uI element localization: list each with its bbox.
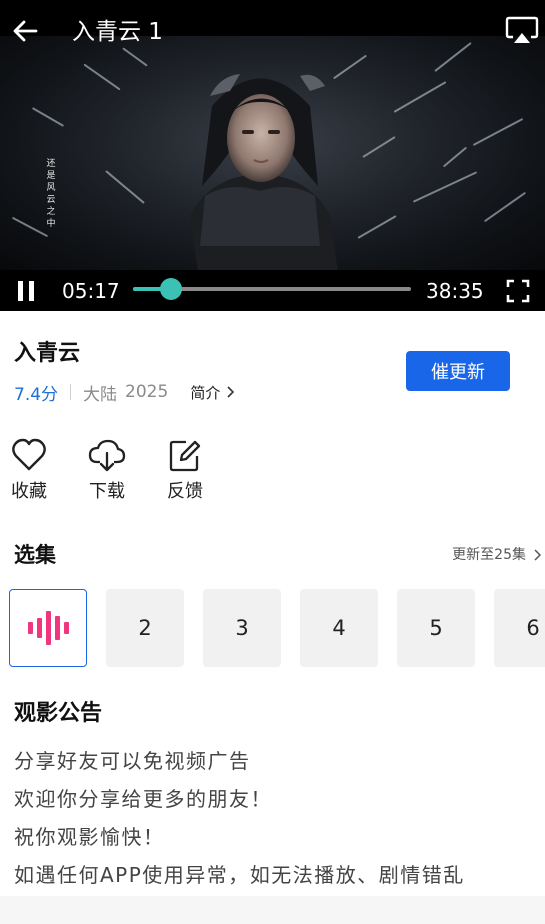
edit-feedback-icon — [155, 438, 215, 476]
pause-button[interactable] — [12, 277, 40, 305]
video-player[interactable]: 还 是 风 云 之 中 入青云 1 05:17 38:35 — [0, 0, 545, 311]
episode-item[interactable]: 4 — [300, 589, 378, 667]
all-episodes-link[interactable]: 更新至25集 — [452, 545, 541, 565]
urge-update-button[interactable]: 催更新 — [406, 351, 510, 391]
back-button[interactable] — [10, 16, 40, 46]
video-streak — [83, 63, 121, 91]
heart-icon — [0, 438, 59, 476]
favorite-label: 收藏 — [11, 481, 47, 502]
video-streak — [122, 47, 148, 67]
notice-title: 观影公告 — [14, 701, 103, 726]
video-streak — [442, 146, 468, 168]
download-button[interactable]: 下载 — [77, 438, 137, 508]
current-time: 05:17 — [62, 279, 120, 303]
fullscreen-button[interactable] — [502, 275, 534, 307]
notice-text: 分享好友可以免视频广告 欢迎你分享给更多的朋友！ 祝你观影愉快！ 如遇任何APP… — [14, 742, 539, 894]
video-subtitle: 还 是 风 云 之 中 — [44, 158, 58, 230]
playing-equalizer-icon — [27, 611, 69, 645]
feedback-label: 反馈 — [167, 481, 203, 502]
rating: 7.4分 — [14, 384, 59, 405]
video-streak — [393, 81, 447, 113]
episode-item[interactable]: 5 — [397, 589, 475, 667]
show-meta: 7.4分 大陆 2025 简介 — [14, 380, 235, 405]
video-streak — [31, 107, 65, 127]
total-time: 38:35 — [426, 279, 484, 303]
video-streak — [105, 170, 145, 204]
fullscreen-icon — [506, 279, 530, 303]
video-streak — [412, 171, 478, 203]
notice-line: 如遇任何APP使用异常，如无法播放、剧情错乱 — [14, 863, 465, 887]
video-frame[interactable]: 还 是 风 云 之 中 — [0, 36, 545, 272]
pause-icon — [18, 281, 34, 301]
show-title: 入青云 — [14, 341, 81, 366]
subtitle-char: 还 — [46, 159, 56, 169]
episode-item[interactable]: 6 — [494, 589, 545, 667]
episode-item-1-playing[interactable] — [9, 589, 87, 667]
notice-line: 祝你观影愉快！ — [14, 825, 165, 849]
episode-list: 2 3 4 5 6 — [0, 588, 545, 668]
intro-link[interactable]: 简介 — [190, 382, 235, 403]
player-controls: 05:17 38:35 — [0, 270, 545, 311]
video-streak — [472, 117, 524, 147]
video-character-figure — [190, 74, 338, 272]
subtitle-char: 之 — [46, 207, 56, 217]
intro-label: 简介 — [190, 383, 221, 402]
video-streak — [11, 216, 49, 238]
chevron-right-icon — [227, 386, 235, 398]
feedback-button[interactable]: 反馈 — [155, 438, 215, 508]
video-streak — [434, 42, 472, 72]
episodes-section-title: 选集 — [14, 543, 56, 567]
subtitle-char: 云 — [46, 195, 56, 205]
bottom-fade — [0, 896, 545, 924]
subtitle-char: 风 — [46, 183, 56, 193]
notice-line: 欢迎你分享给更多的朋友！ — [14, 787, 272, 811]
chevron-right-icon — [534, 549, 541, 561]
cast-button[interactable] — [503, 14, 541, 48]
progress-thumb[interactable] — [160, 278, 182, 300]
region: 大陆 — [83, 384, 118, 405]
progress-bar[interactable] — [133, 278, 411, 300]
meta-divider — [70, 384, 72, 400]
download-label: 下载 — [89, 481, 125, 502]
episode-item[interactable]: 3 — [203, 589, 281, 667]
cloud-download-icon — [77, 438, 137, 476]
update-status: 更新至25集 — [452, 547, 526, 563]
subtitle-char: 是 — [46, 171, 56, 181]
video-streak — [483, 191, 527, 223]
subtitle-char: 中 — [46, 219, 56, 229]
arrow-left-icon — [13, 20, 38, 42]
year: 2025 — [125, 382, 169, 402]
notice-line: 分享好友可以免视频广告 — [14, 749, 251, 773]
airplay-icon — [505, 16, 539, 43]
favorite-button[interactable]: 收藏 — [0, 438, 59, 508]
episode-title: 入青云 1 — [72, 19, 163, 45]
action-bar: 收藏 下载 反馈 — [0, 438, 545, 508]
episode-item[interactable]: 2 — [106, 589, 184, 667]
